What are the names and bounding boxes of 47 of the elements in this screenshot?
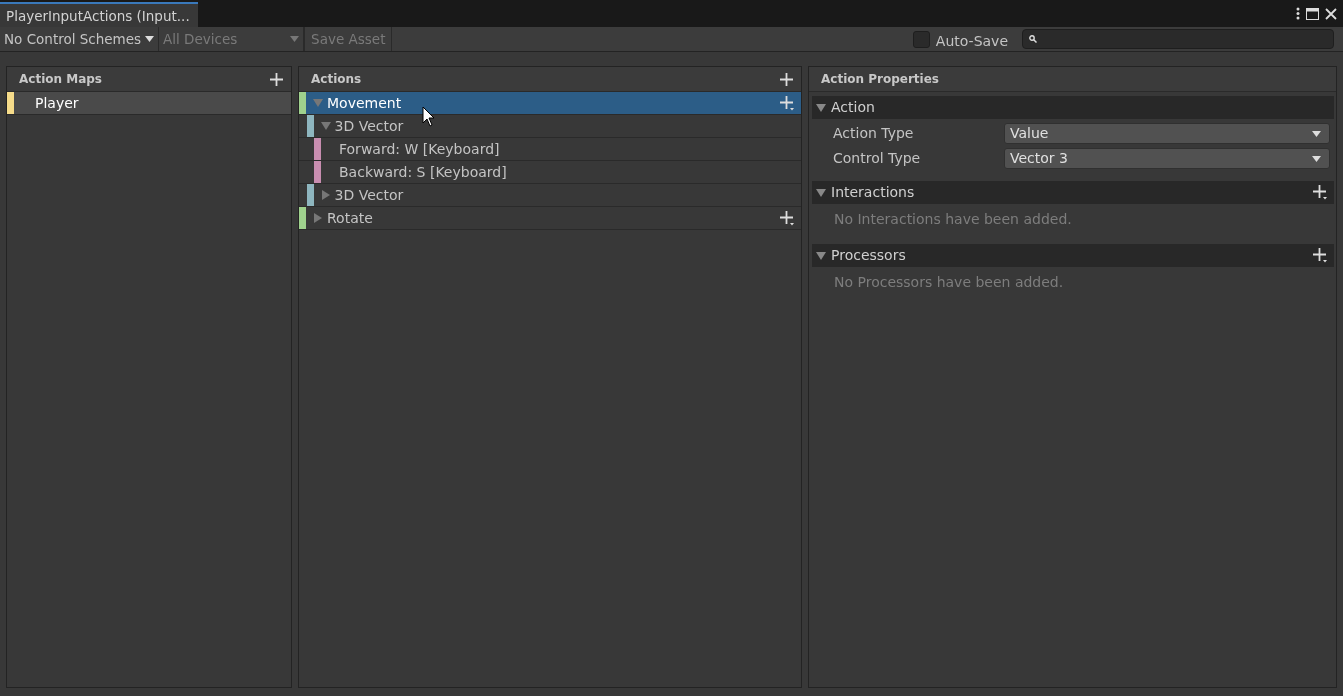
more-options-icon[interactable] (1296, 7, 1300, 20)
color-strip (7, 92, 14, 114)
section-header[interactable]: Action (812, 96, 1334, 119)
field-label: Control Type (833, 149, 922, 168)
type-dropdown[interactable]: Vector 3 (1004, 148, 1330, 169)
add-button[interactable] (270, 72, 283, 86)
mouse-cursor-icon (422, 106, 436, 128)
collapsed-arrow-icon[interactable] (321, 190, 330, 200)
collapsed-arrow-icon[interactable] (314, 213, 322, 223)
expanded-arrow-icon[interactable] (320, 122, 331, 130)
expanded-arrow-icon[interactable] (816, 251, 826, 260)
caret-icon (145, 36, 155, 42)
control-schemes-dropdown[interactable]: No Control Schemes (0, 27, 160, 51)
maximize-icon[interactable] (1306, 7, 1319, 20)
empty-message: No Processors have been added. (833, 273, 1065, 292)
panel-title: Action Maps (19, 71, 102, 88)
action-map-item[interactable]: Player (7, 92, 291, 115)
close-icon[interactable] (1325, 7, 1337, 20)
action-item[interactable]: Rotate (299, 207, 801, 230)
expanded-arrow-icon[interactable] (816, 188, 826, 197)
binding-item[interactable]: Forward: W [Keyboard] (299, 138, 801, 161)
search-field[interactable] (1022, 29, 1334, 49)
auto-save-label: Auto-Save (935, 32, 1008, 51)
caret-icon (1312, 155, 1321, 162)
add-dropdown-icon (780, 210, 795, 226)
caret-icon (290, 36, 300, 42)
add-button[interactable] (780, 72, 793, 86)
section-header[interactable]: Processors (812, 244, 1334, 267)
type-dropdown[interactable]: Value (1004, 123, 1330, 144)
caret-icon (1312, 130, 1321, 137)
expanded-arrow-icon[interactable] (816, 103, 826, 112)
window-tab[interactable]: PlayerInputActions (Input... (0, 2, 198, 27)
add-icon (270, 72, 283, 86)
field-label: Action Type (833, 124, 915, 143)
empty-message: No Interactions have been added. (833, 210, 1073, 229)
binding-item[interactable]: Backward: S [Keyboard] (299, 161, 801, 184)
panel-title: Action Properties (821, 71, 939, 88)
add-dropdown-icon (1313, 248, 1328, 263)
section-header[interactable]: Interactions (812, 181, 1334, 204)
add-dropdown-icon (1313, 185, 1328, 200)
add-icon (780, 72, 793, 86)
action-item[interactable]: Movement (299, 92, 801, 115)
panel-title: Actions (311, 71, 362, 88)
auto-save-checkbox[interactable] (912, 30, 930, 48)
add-dropdown-icon (780, 95, 795, 111)
search-icon (1029, 35, 1037, 43)
composite-item[interactable]: 3D Vector (299, 184, 801, 207)
